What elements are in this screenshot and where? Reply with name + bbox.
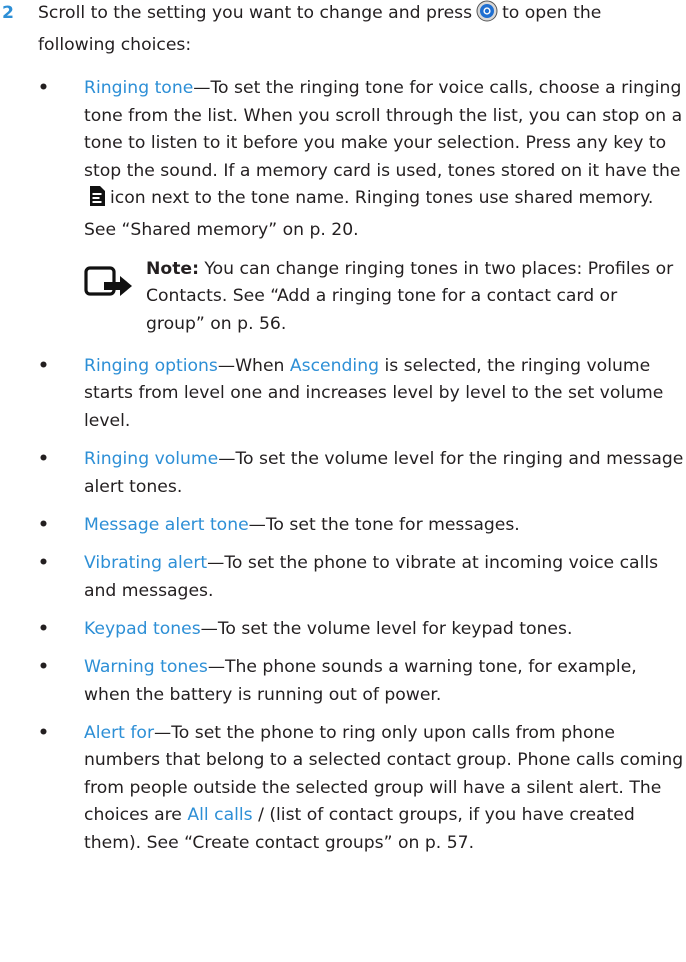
list-item-text: Warning tones—The phone sounds a warning… xyxy=(84,654,684,709)
note-icon xyxy=(84,264,134,308)
term: Keypad tones xyxy=(84,618,201,639)
list-item-text: Ringing options—When Ascending is select… xyxy=(84,353,684,436)
bullet-dot: • xyxy=(38,514,49,535)
list-item-text: Ringing tone—To set the ringing tone for… xyxy=(84,75,684,245)
note-label: Note: xyxy=(146,258,199,279)
bullet-dot: • xyxy=(38,449,49,469)
bullet-dot: • xyxy=(38,78,49,98)
term-inline: All calls xyxy=(187,805,253,826)
term: Warning tones xyxy=(84,657,208,677)
list-item-text: Ringing volume—To set the volume level f… xyxy=(84,446,684,501)
list-item-text: Message alert tone—To set the tone for m… xyxy=(84,512,684,540)
term: Ringing volume xyxy=(84,449,219,469)
bullet-dot: • xyxy=(38,355,49,376)
bullet-dot: • xyxy=(38,553,49,573)
navigation-key-icon xyxy=(476,0,498,32)
term: Ringing options xyxy=(84,355,218,376)
list-item-text: Alert for—To set the phone to ring only … xyxy=(84,720,684,858)
desc: —To set the volume level for keypad tone… xyxy=(200,618,573,639)
bullet-dot: • xyxy=(38,618,49,639)
step-text-part1: Scroll to the setting you want to change… xyxy=(38,3,473,23)
bullet-dot: • xyxy=(38,657,49,677)
term: Ringing tone xyxy=(84,78,194,98)
list-item-text: Keypad tones—To set the volume level for… xyxy=(84,616,684,644)
memory-card-tone-icon xyxy=(88,185,106,217)
step-number: 2 xyxy=(2,3,14,23)
desc: —When xyxy=(217,355,290,376)
note-text: Note: You can change ringing tones in tw… xyxy=(146,256,676,339)
step-text: Scroll to the setting you want to change… xyxy=(38,0,678,59)
note-body: You can change ringing tones in two plac… xyxy=(146,258,674,334)
list-item-text: Vibrating alert—To set the phone to vibr… xyxy=(84,550,684,605)
term: Vibrating alert xyxy=(84,553,208,573)
bullet-dot: • xyxy=(38,722,49,743)
desc: icon next to the tone name. Ringing tone… xyxy=(84,188,654,240)
term-inline: Ascending xyxy=(289,355,380,376)
desc: —To set the tone for messages. xyxy=(248,514,520,535)
term: Alert for xyxy=(84,722,155,743)
term: Message alert tone xyxy=(84,514,249,535)
